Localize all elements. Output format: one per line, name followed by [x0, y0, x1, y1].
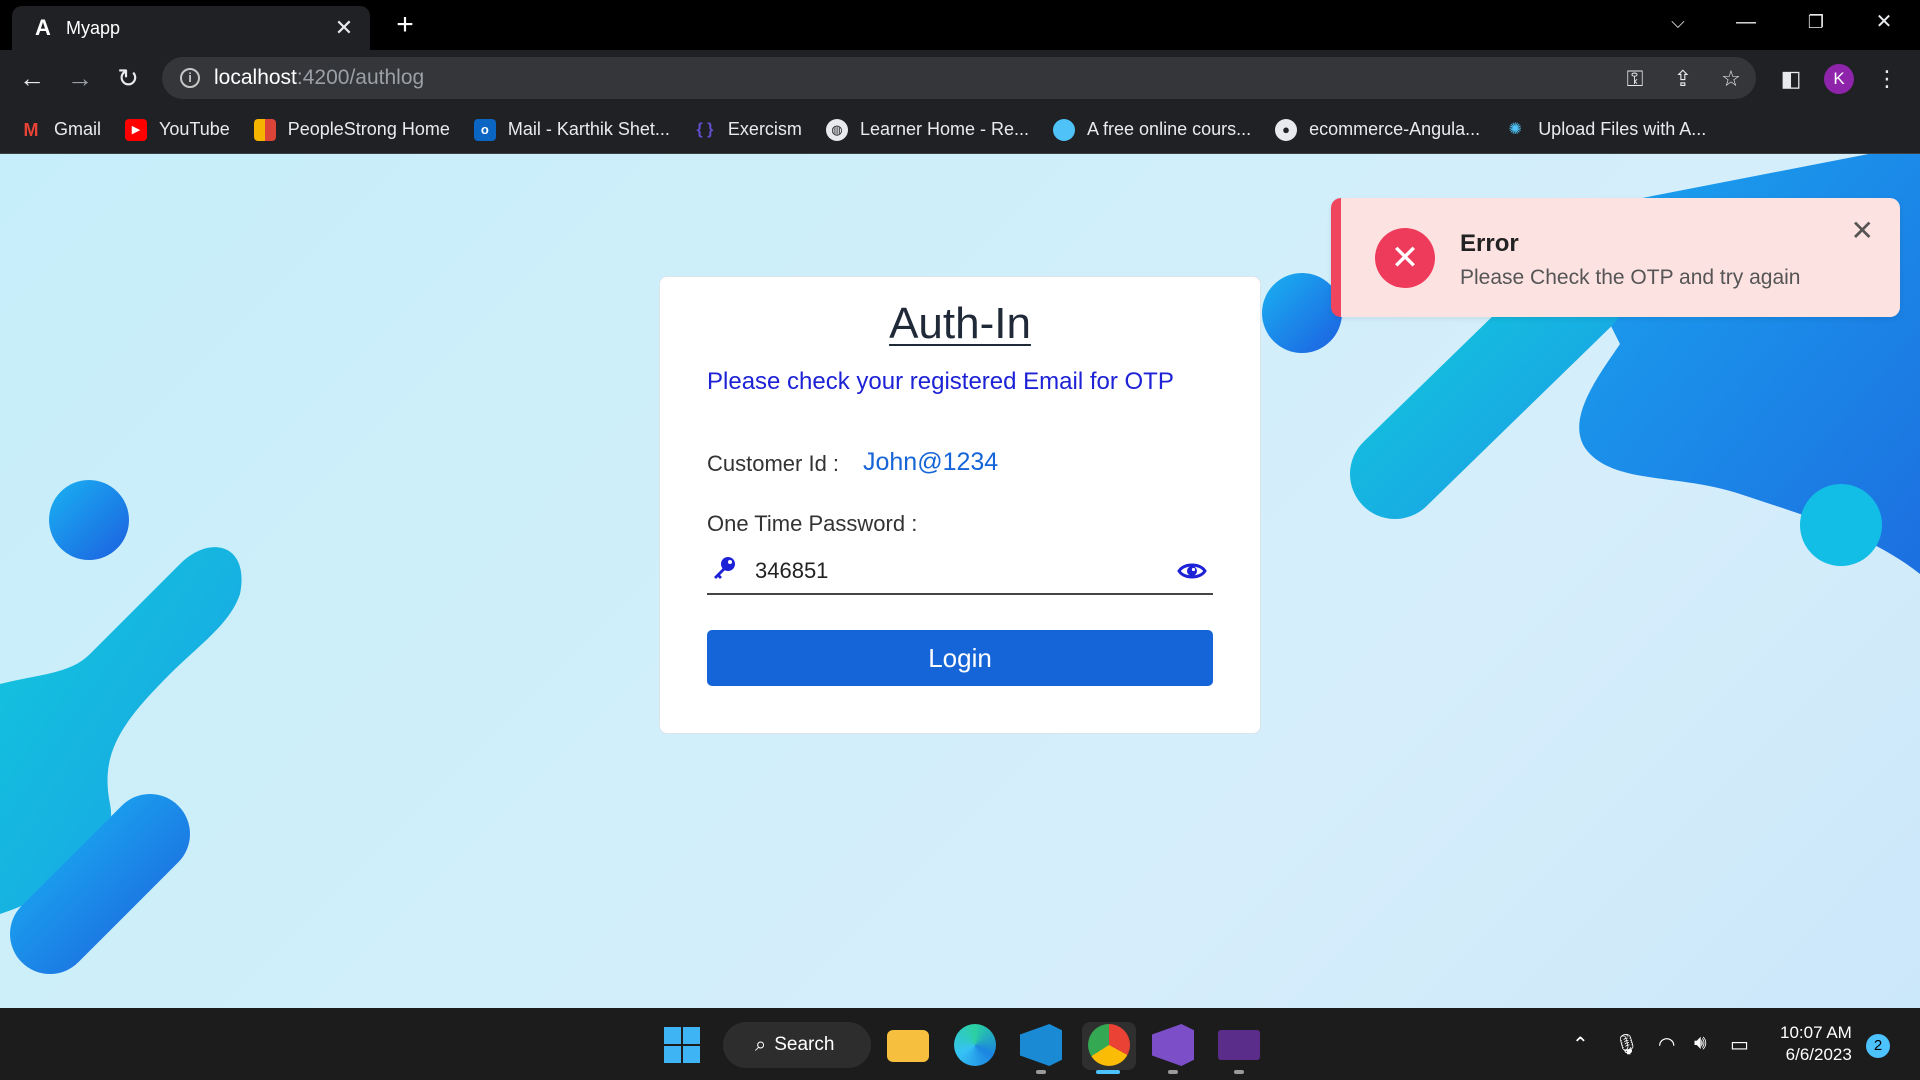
- outlook-icon: o: [473, 118, 496, 141]
- edge-icon[interactable]: [954, 1024, 996, 1066]
- globe-icon: ◍: [825, 118, 848, 141]
- notification-badge[interactable]: 2: [1866, 1034, 1890, 1058]
- app-active-indicator: [1096, 1070, 1120, 1074]
- bookmark-star-icon[interactable]: ☆: [1716, 64, 1746, 94]
- bookmark-learner-home[interactable]: ◍ Learner Home - Re...: [825, 118, 1030, 141]
- minimize-icon[interactable]: —: [1716, 0, 1776, 44]
- otp-input[interactable]: [755, 558, 1177, 584]
- menu-kebab-icon[interactable]: ⋮: [1872, 64, 1902, 94]
- show-password-eye-icon[interactable]: [1177, 556, 1207, 586]
- bookmark-outlook[interactable]: o Mail - Karthik Shet...: [473, 118, 670, 141]
- bookmark-label: ecommerce-Angula...: [1309, 119, 1481, 139]
- bookmark-github[interactable]: ● ecommerce-Angula...: [1275, 118, 1481, 141]
- password-key-icon[interactable]: ⚿: [1620, 64, 1650, 94]
- chrome-icon[interactable]: [1088, 1024, 1130, 1066]
- error-x-icon: ✕: [1375, 228, 1435, 288]
- customer-id-label: Customer Id :: [707, 451, 840, 476]
- github-icon: ●: [1275, 118, 1298, 141]
- app-running-indicator: [1036, 1070, 1046, 1074]
- share-icon[interactable]: ⇪: [1668, 64, 1698, 94]
- bookmark-label: PeopleStrong Home: [287, 119, 450, 139]
- bookmark-label: A free online cours...: [1087, 119, 1252, 139]
- toast-title: Error: [1460, 230, 1519, 257]
- volume-icon[interactable]: 🔊︎: [1694, 1032, 1707, 1055]
- visual-studio-icon[interactable]: [1152, 1024, 1194, 1066]
- new-tab-button[interactable]: +: [388, 8, 422, 42]
- show-hidden-icons-icon[interactable]: ⌃: [1572, 1032, 1589, 1057]
- app-running-indicator: [1168, 1070, 1178, 1074]
- site-info-icon[interactable]: i: [180, 68, 200, 88]
- restore-icon[interactable]: ❐: [1786, 0, 1846, 44]
- upload-icon: ✺: [1508, 120, 1522, 138]
- peoplestrong-icon: [253, 118, 276, 141]
- otp-label: One Time Password :: [707, 511, 918, 536]
- vscode-icon[interactable]: [1020, 1024, 1062, 1066]
- microphone-icon[interactable]: 🎙︎: [1614, 1032, 1639, 1057]
- bookmark-label: Upload Files with A...: [1538, 119, 1707, 139]
- url-host: localhost: [214, 66, 297, 89]
- browser-toolbar: ← → ↻ i localhost:4200/authlog ⚿ ⇪ ☆ ◧ K…: [0, 50, 1920, 106]
- bookmark-youtube[interactable]: ▶ YouTube: [125, 118, 230, 141]
- clock-time: 10:07 AM: [1780, 1023, 1852, 1042]
- address-bar[interactable]: i localhost:4200/authlog: [162, 57, 1756, 99]
- side-panel-icon[interactable]: ◧: [1776, 64, 1806, 94]
- clock-date: 6/6/2023: [1785, 1045, 1852, 1064]
- otp-field: [707, 549, 1213, 595]
- url-path: :4200/authlog: [296, 66, 425, 89]
- youtube-icon: ▶: [125, 118, 148, 141]
- error-toast: ✕ Error Please Check the OTP and try aga…: [1331, 198, 1900, 317]
- bookmark-upload-files[interactable]: ✺ Upload Files with A...: [1504, 119, 1706, 141]
- bookmark-gmail[interactable]: M Gmail: [20, 119, 102, 141]
- toast-message: Please Check the OTP and try again: [1460, 266, 1801, 289]
- tab-strip: A Myapp ✕ + ⌵ — ❐ ✕: [0, 0, 1920, 50]
- bookmark-label: YouTube: [159, 119, 230, 139]
- close-tab-icon[interactable]: ✕: [332, 15, 356, 41]
- reload-icon[interactable]: ↻: [110, 60, 146, 96]
- tab-title: Myapp: [66, 17, 121, 38]
- taskbar-search-label: Search: [774, 1034, 835, 1055]
- tab-myapp[interactable]: A Myapp ✕: [12, 6, 370, 50]
- forward-icon[interactable]: →: [62, 60, 98, 96]
- bookmark-peoplestrong[interactable]: PeopleStrong Home: [253, 118, 450, 141]
- login-button[interactable]: Login: [707, 630, 1213, 686]
- course-icon: [1053, 118, 1076, 141]
- system-clock[interactable]: 10:07 AM 6/6/2023: [1780, 1022, 1852, 1066]
- bookmark-label: Exercism: [727, 119, 802, 139]
- bookmark-label: Learner Home - Re...: [859, 119, 1030, 139]
- customer-id-value: John@1234: [863, 448, 999, 476]
- gmail-icon: M: [23, 119, 39, 140]
- terminal-icon[interactable]: [1218, 1030, 1260, 1060]
- battery-icon[interactable]: ▭: [1730, 1032, 1749, 1057]
- angular-icon: A: [35, 15, 51, 40]
- file-explorer-icon[interactable]: [887, 1030, 929, 1062]
- exercism-icon: { }: [696, 120, 714, 138]
- profile-avatar[interactable]: K: [1824, 64, 1854, 94]
- bookmark-label: Gmail: [54, 119, 102, 139]
- otp-notice: Please check your registered Email for O…: [707, 368, 1174, 395]
- bookmark-label: Mail - Karthik Shet...: [507, 119, 670, 139]
- toast-close-icon[interactable]: ✕: [1851, 214, 1874, 247]
- bookmarks-bar: M Gmail ▶ YouTube PeopleStrong Home o Ma…: [0, 106, 1920, 154]
- page-title: Auth-In: [889, 299, 1031, 348]
- bookmark-free-course[interactable]: A free online cours...: [1053, 118, 1252, 141]
- app-running-indicator: [1234, 1070, 1244, 1074]
- windows-taskbar: ⌕ Search ⌃ 🎙︎ ◠ 🔊︎ ▭ 10:07 AM 6/6/2023 2: [0, 1008, 1920, 1080]
- windows-start-icon[interactable]: [663, 1026, 701, 1064]
- bookmark-exercism[interactable]: { } Exercism: [694, 119, 802, 141]
- search-icon: ⌕: [755, 1033, 767, 1056]
- auth-card: Auth-In Please check your registered Ema…: [659, 276, 1261, 734]
- key-icon: [711, 555, 739, 588]
- wifi-icon[interactable]: ◠: [1658, 1032, 1675, 1057]
- taskbar-search[interactable]: ⌕ Search: [723, 1022, 871, 1068]
- page-viewport: Auth-In Please check your registered Ema…: [0, 154, 1920, 1008]
- tab-search-icon[interactable]: ⌵: [1648, 0, 1708, 44]
- back-icon[interactable]: ←: [14, 60, 50, 96]
- close-window-icon[interactable]: ✕: [1854, 0, 1914, 44]
